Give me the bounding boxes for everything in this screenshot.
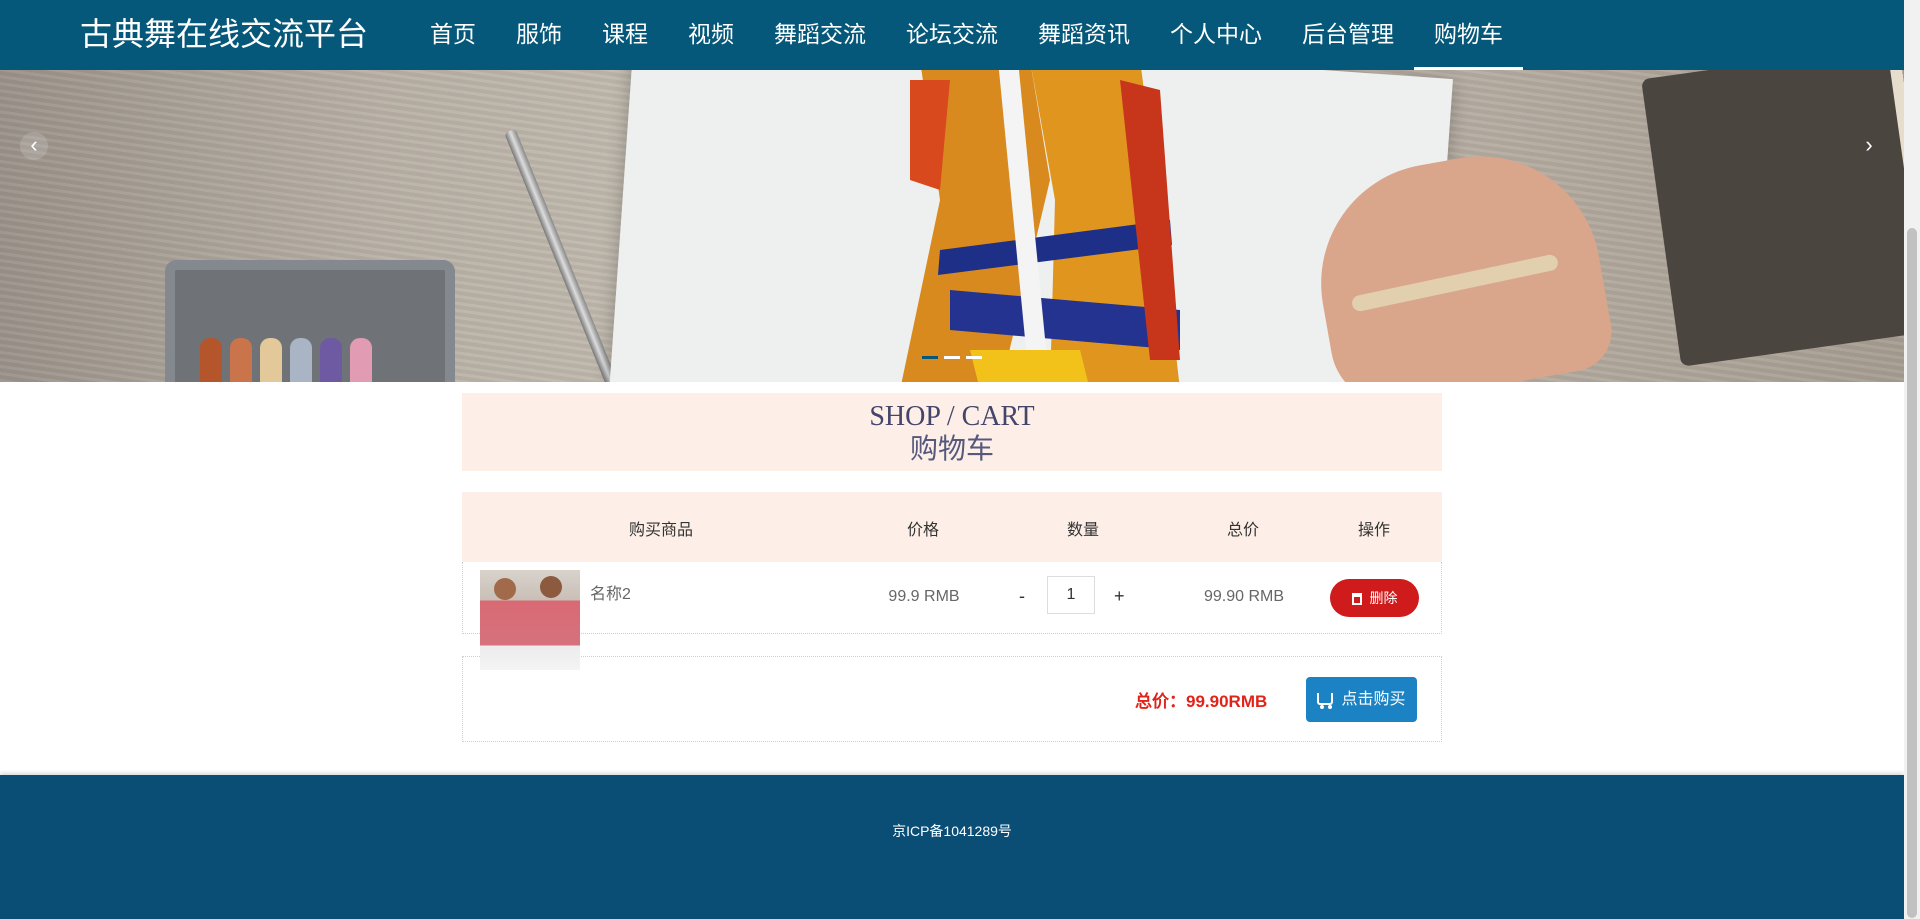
cart-total: 总价：99.90RMB xyxy=(1135,692,1268,711)
nav-item-costume[interactable]: 服饰 xyxy=(496,0,582,70)
nav-item-admin[interactable]: 后台管理 xyxy=(1282,0,1414,70)
nav-item-dance-exchange[interactable]: 舞蹈交流 xyxy=(754,0,886,70)
page-scrollbar[interactable] xyxy=(1904,0,1920,919)
cart-summary: 总价：99.90RMB 点击购买 xyxy=(462,656,1442,742)
chevron-left-icon: ‹ xyxy=(30,132,38,157)
opera-figure-illustration xyxy=(901,70,1180,382)
banner-carousel: ‹ › xyxy=(0,70,1904,382)
chevron-right-icon: › xyxy=(1865,132,1873,157)
product-price: 99.9 RMB xyxy=(888,588,960,605)
top-navigation: 古典舞在线交流平台 首页 服饰 课程 视频 舞蹈交流 论坛交流 舞蹈资讯 个人中… xyxy=(0,0,1904,70)
section-title-cn: 购物车 xyxy=(909,434,994,465)
scrollbar-thumb[interactable] xyxy=(1907,228,1917,918)
carousel-next-button[interactable]: › xyxy=(1855,132,1883,160)
trash-icon xyxy=(1351,593,1362,605)
color-pencils xyxy=(200,338,372,382)
nav-item-cart[interactable]: 购物车 xyxy=(1414,0,1523,70)
product-thumbnail[interactable] xyxy=(480,570,580,670)
nav-item-profile[interactable]: 个人中心 xyxy=(1150,0,1282,70)
carousel-dot-1[interactable] xyxy=(922,356,938,359)
column-header-quantity: 数量 xyxy=(1066,522,1100,539)
cart-table: 购买商品 价格 数量 总价 操作 名称2 99.9 RMB - + 99.90 … xyxy=(462,492,1442,670)
nav-item-home[interactable]: 首页 xyxy=(410,0,496,70)
nav-item-courses[interactable]: 课程 xyxy=(582,0,668,70)
section-title-en: SHOP / CART xyxy=(869,401,1035,432)
cart-table-header: 购买商品 价格 数量 总价 操作 xyxy=(462,492,1442,562)
carousel-dot-2[interactable] xyxy=(944,356,960,359)
cart-icon xyxy=(1317,693,1334,709)
column-header-action: 操作 xyxy=(1357,522,1391,539)
quantity-input[interactable] xyxy=(1047,576,1095,614)
carousel-prev-button[interactable]: ‹ xyxy=(20,132,48,160)
product-name[interactable]: 名称2 xyxy=(590,580,631,604)
delete-label: 删除 xyxy=(1369,590,1398,606)
nav-item-forum[interactable]: 论坛交流 xyxy=(886,0,1018,70)
delete-button[interactable]: 删除 xyxy=(1330,579,1419,617)
carousel-indicators xyxy=(922,356,982,359)
old-book xyxy=(1641,70,1904,367)
section-title: SHOP / CART 购物车 xyxy=(462,393,1442,471)
buy-button[interactable]: 点击购买 xyxy=(1306,677,1417,722)
nav-menu: 首页 服饰 课程 视频 舞蹈交流 论坛交流 舞蹈资讯 个人中心 后台管理 购物车 xyxy=(410,0,1523,70)
column-header-product: 购买商品 xyxy=(628,522,694,539)
quantity-decrease-button[interactable]: - xyxy=(1019,586,1025,607)
nav-item-dance-news[interactable]: 舞蹈资讯 xyxy=(1018,0,1150,70)
icp-record: 京ICP备1041289号 xyxy=(892,823,1012,839)
quantity-increase-button[interactable]: + xyxy=(1114,586,1125,607)
nav-item-videos[interactable]: 视频 xyxy=(668,0,754,70)
column-header-price: 价格 xyxy=(906,522,940,539)
buy-label: 点击购买 xyxy=(1341,691,1406,708)
cart-item-row: 名称2 99.9 RMB - + 99.90 RMB 删除 xyxy=(462,562,1442,670)
column-header-total: 总价 xyxy=(1226,522,1260,539)
carousel-dot-3[interactable] xyxy=(966,356,982,359)
product-total: 99.90 RMB xyxy=(1203,588,1285,605)
footer: 京ICP备1041289号 xyxy=(0,775,1904,919)
site-brand[interactable]: 古典舞在线交流平台 xyxy=(80,14,368,54)
